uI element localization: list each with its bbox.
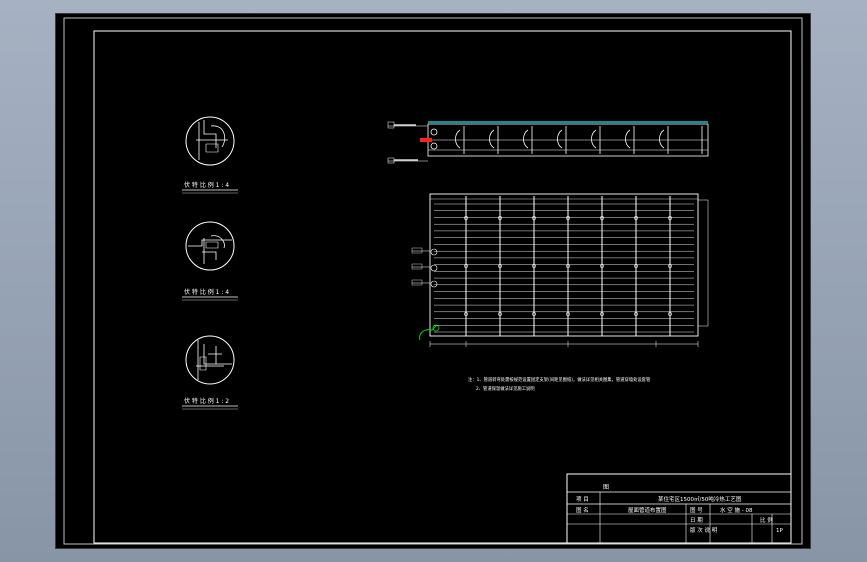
detail-2-label: 伏 特 比 例 1 : 4 xyxy=(184,288,229,296)
plan-view xyxy=(411,193,709,347)
revision-label: 版 次 说 明 xyxy=(690,526,718,534)
inner-drawing-frame xyxy=(93,30,792,544)
cad-viewport[interactable]: 伏 特 比 例 1 : 4 伏 特 比 例 1 : 4 伏 特 比 例 1 : … xyxy=(55,13,811,549)
detail-3: 伏 特 比 例 1 : 2 xyxy=(182,335,238,410)
title-row1-label: 项 目 xyxy=(576,496,589,503)
scale-label: 比 例 xyxy=(760,516,773,524)
date-label: 日 期 xyxy=(690,517,703,524)
drawing-number-label: 图 号 xyxy=(690,506,703,514)
note-line-1: 注：1、管道转弯处需按规范设置固定支架(间距见图纸)，做法详见相关图集，管道穿墙… xyxy=(468,376,651,383)
revision-value: 1P xyxy=(776,528,783,534)
detail-1-label: 伏 特 比 例 1 : 4 xyxy=(184,181,229,189)
drawing-name: 屋面管道布置图 xyxy=(628,506,667,514)
title-mark: 图 xyxy=(603,484,609,491)
detail-2: 伏 特 比 例 1 : 4 xyxy=(182,221,238,301)
title-row2-label: 图 名 xyxy=(576,506,589,514)
notes: 注：1、管道转弯处需按规范设置固定支架(间距见图纸)，做法详见相关图集，管道穿墙… xyxy=(468,376,651,392)
elevation-view xyxy=(387,121,709,164)
note-line-2: 2、管道保温做法详见施工说明 xyxy=(476,385,535,392)
drawing-number: 水 空 施 - 08 xyxy=(720,506,753,514)
cad-drawing: 伏 特 比 例 1 : 4 伏 特 比 例 1 : 4 伏 特 比 例 1 : … xyxy=(63,17,803,545)
title-block: 图 项 目 某住宅区1500㎡/50吨冷热工艺图 图 名 屋面管道布置图 图 号… xyxy=(566,473,792,544)
project-title: 某住宅区1500㎡/50吨冷热工艺图 xyxy=(658,495,742,503)
detail-3-label: 伏 特 比 例 1 : 2 xyxy=(184,397,229,405)
detail-1: 伏 特 比 例 1 : 4 xyxy=(182,116,238,194)
